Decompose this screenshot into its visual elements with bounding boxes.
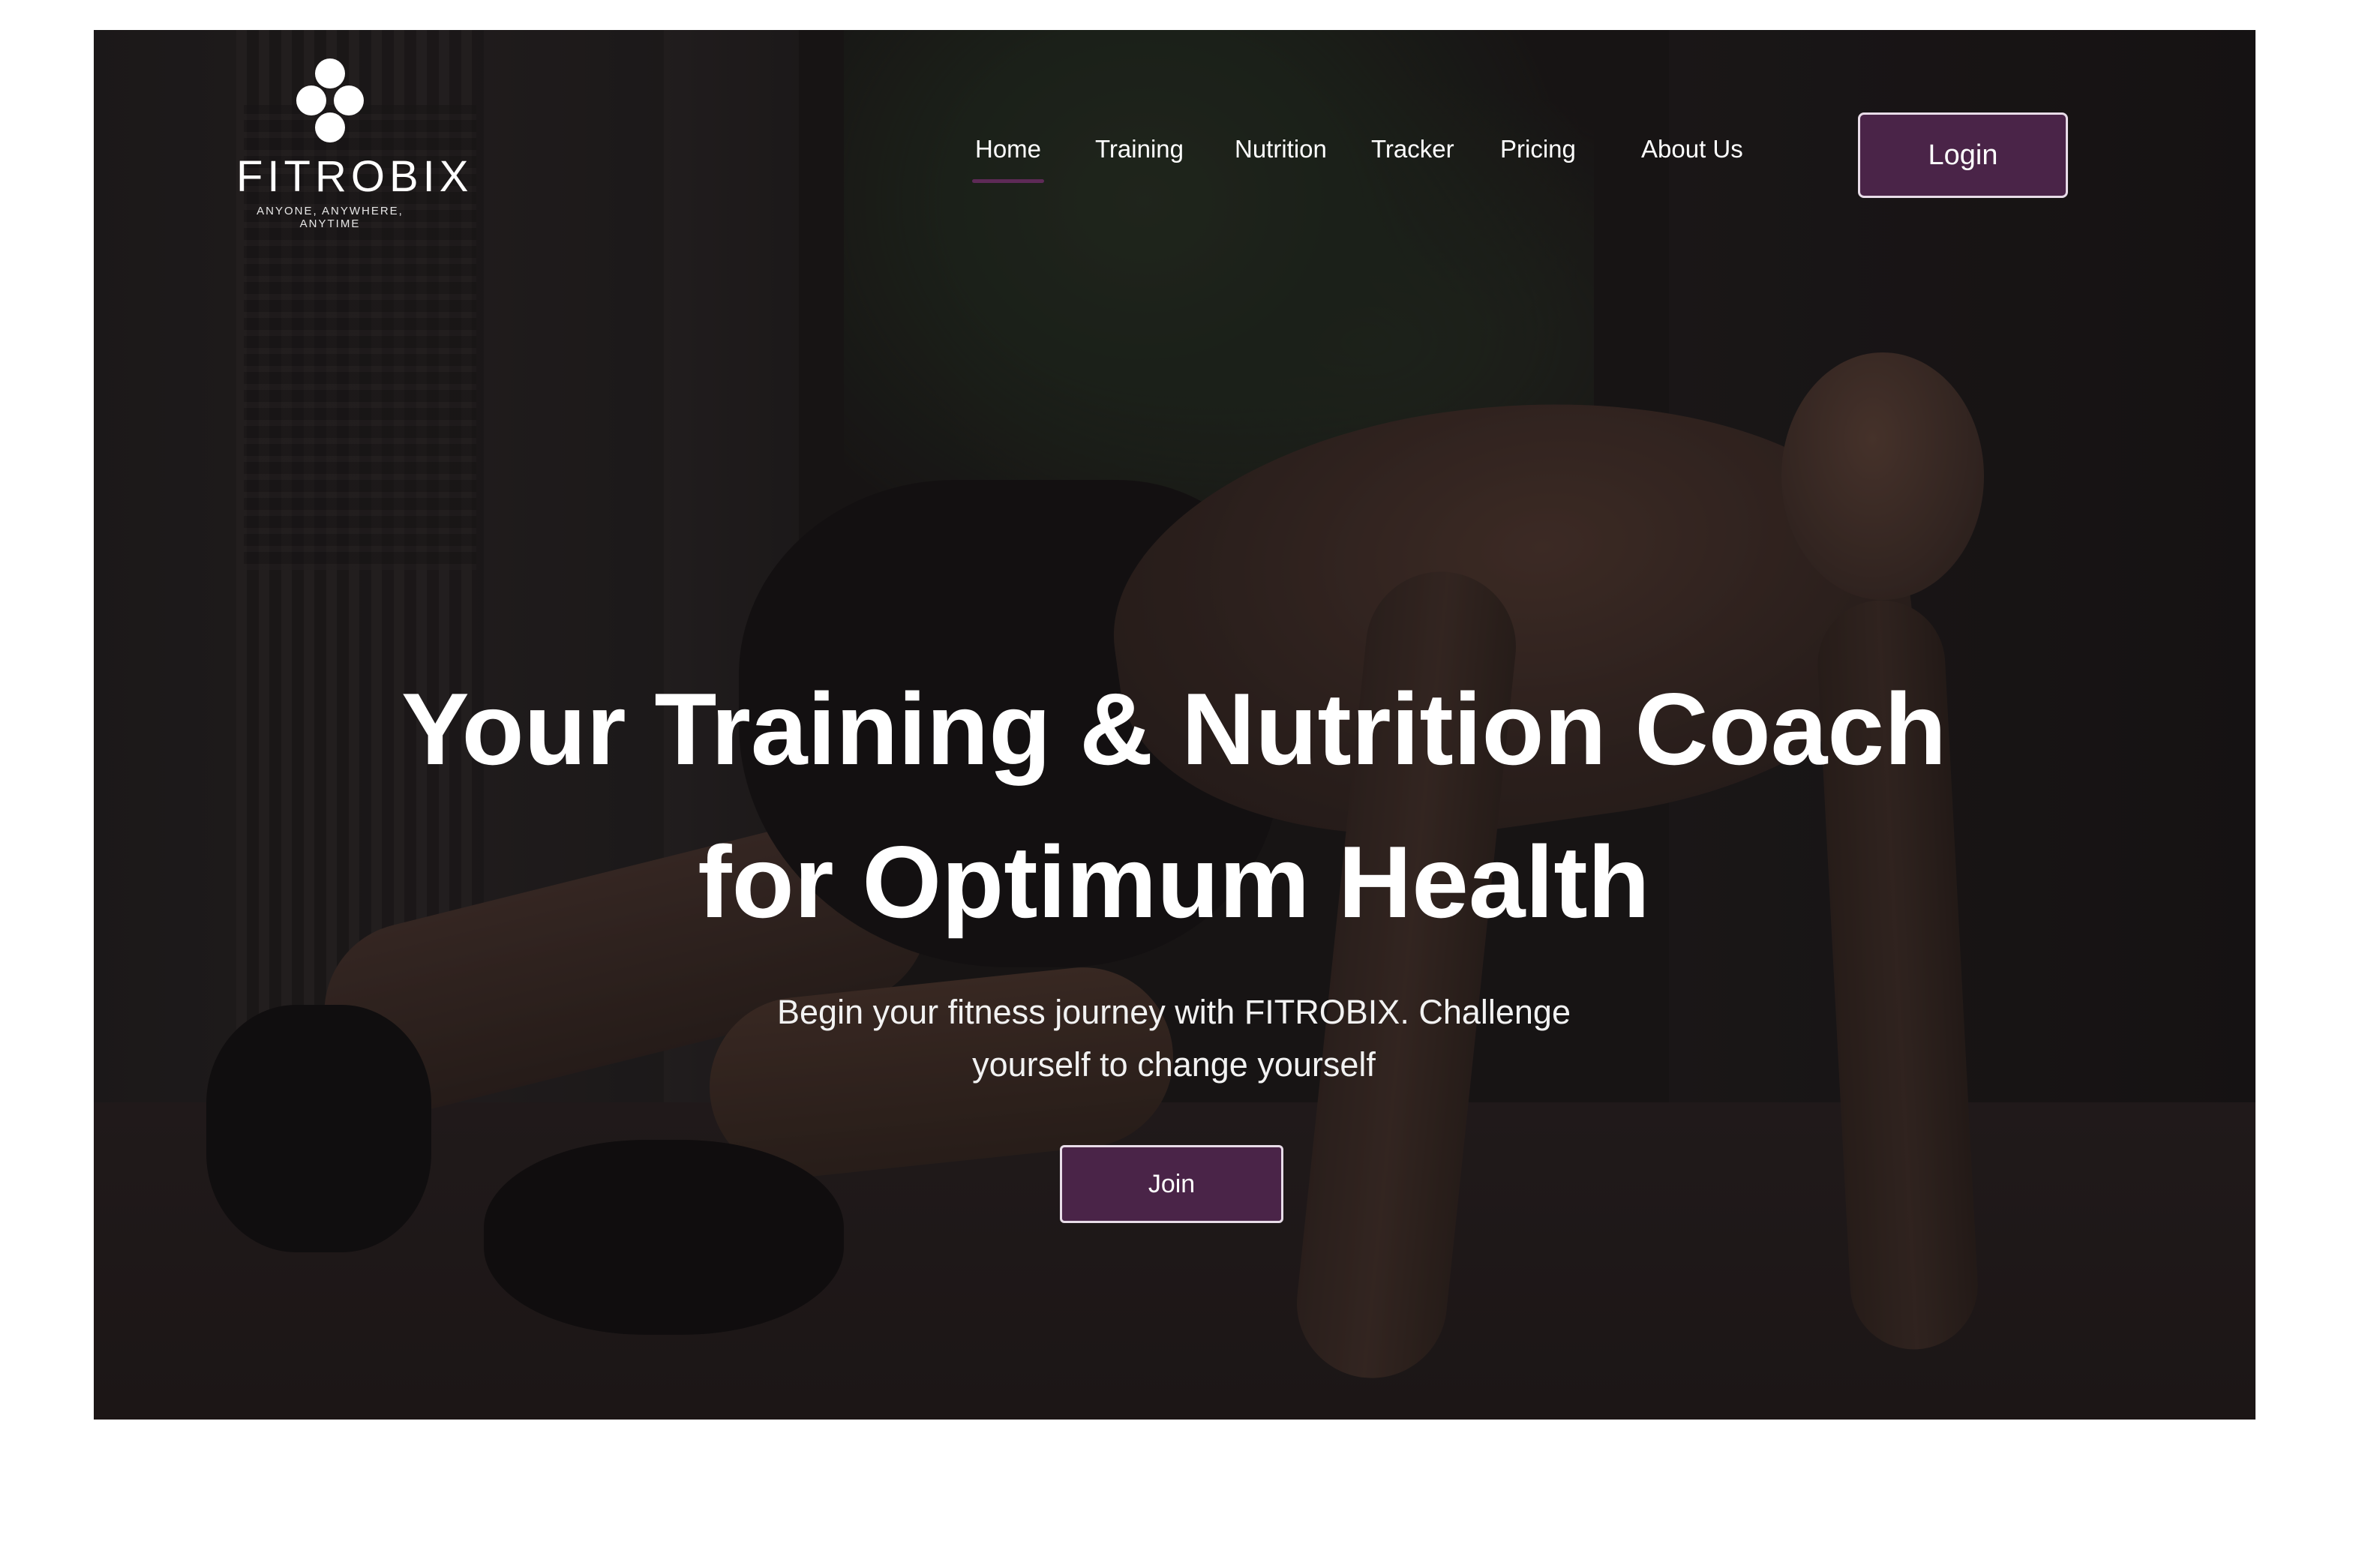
nav-item-home[interactable]: Home xyxy=(971,135,1045,183)
nav-item-training[interactable]: Training xyxy=(1095,135,1184,163)
nav-item-about-us[interactable]: About Us xyxy=(1641,135,1743,163)
four-dots-logo-icon xyxy=(296,58,364,148)
nav-item-nutrition[interactable]: Nutrition xyxy=(1235,135,1327,163)
hero-subtitle: Begin your fitness journey with FITROBIX… xyxy=(777,993,1571,1084)
join-button[interactable]: Join xyxy=(1060,1145,1283,1223)
brand-name: FITROBIX xyxy=(236,152,473,201)
hero-title: Your Training & Nutrition Coach for Opti… xyxy=(401,672,1947,939)
login-button[interactable]: Login xyxy=(1858,112,2068,198)
nav-item-tracker[interactable]: Tracker xyxy=(1371,135,1454,163)
nav-item-pricing[interactable]: Pricing xyxy=(1500,135,1576,163)
brand-logo[interactable]: FITROBIX ANYONE, ANYWHERE, ANYTIME xyxy=(236,58,473,230)
brand-tagline: ANYONE, ANYWHERE, ANYTIME xyxy=(257,205,404,230)
